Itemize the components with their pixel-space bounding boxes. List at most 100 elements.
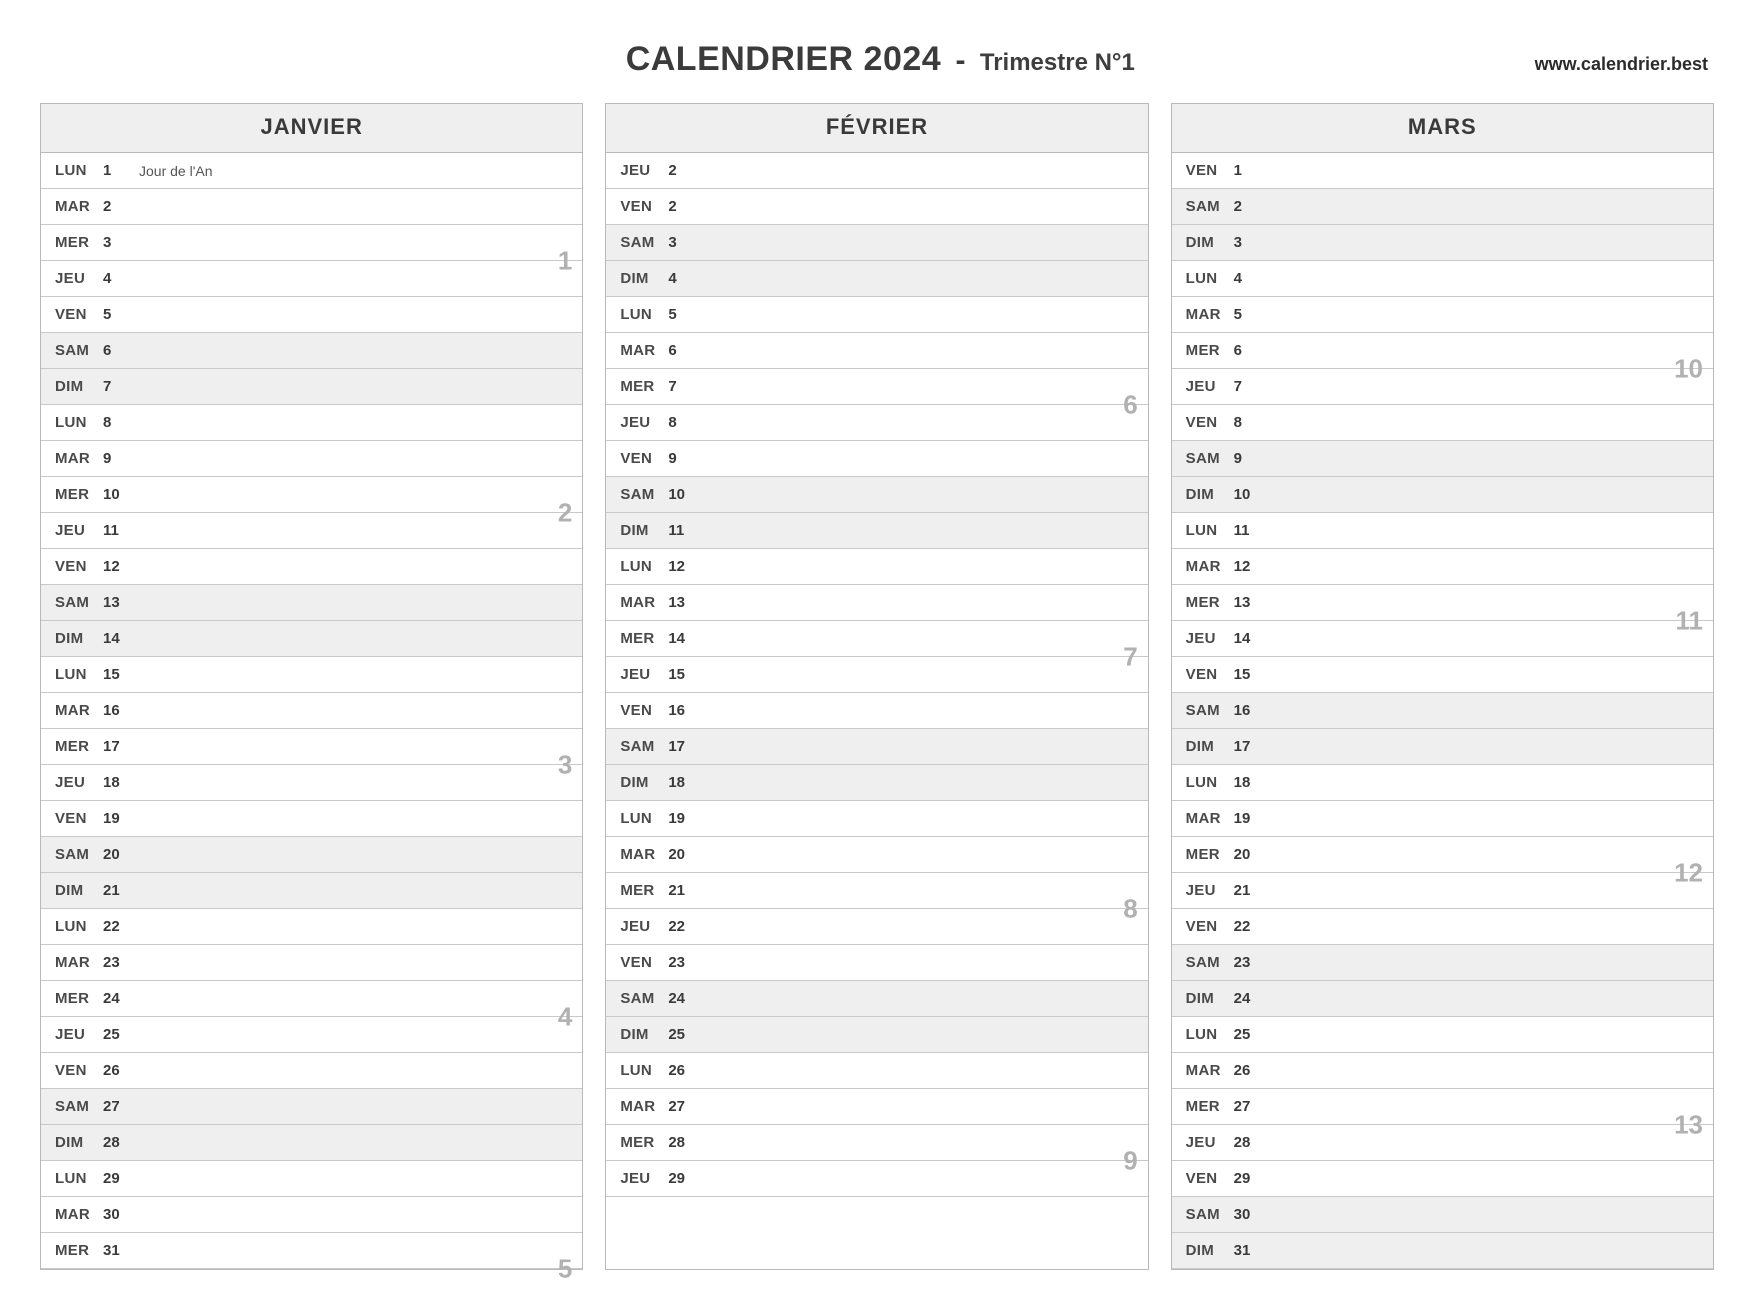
day-of-week: DIM — [620, 774, 668, 791]
day-of-week: SAM — [620, 990, 668, 1007]
day-of-week: DIM — [55, 882, 103, 899]
day-of-week: VEN — [55, 306, 103, 323]
day-number: 14 — [1234, 630, 1270, 647]
day-number: 12 — [1234, 558, 1270, 575]
day-of-week: DIM — [55, 630, 103, 647]
title-main: CALENDRIER 2024 — [626, 40, 941, 78]
day-of-week: MER — [620, 882, 668, 899]
day-of-week: DIM — [1186, 738, 1234, 755]
day-number: 23 — [103, 954, 139, 971]
day-number: 26 — [668, 1062, 704, 1079]
day-row: MAR16 — [41, 693, 582, 729]
day-row: DIM18 — [606, 765, 1147, 801]
day-of-week: SAM — [55, 594, 103, 611]
day-number: 9 — [668, 450, 704, 467]
day-row: LUN25 — [1172, 1017, 1713, 1053]
day-number: 4 — [1234, 270, 1270, 287]
day-of-week: JEU — [55, 270, 103, 287]
day-of-week: VEN — [620, 198, 668, 215]
day-of-week: MAR — [1186, 810, 1234, 827]
day-number: 2 — [1234, 198, 1270, 215]
day-of-week: MER — [55, 1242, 103, 1259]
day-row: MAR9 — [41, 441, 582, 477]
day-of-week: MER — [55, 738, 103, 755]
day-row: LUN19 — [606, 801, 1147, 837]
day-row: MER31 — [41, 1233, 582, 1269]
day-row: DIM4 — [606, 261, 1147, 297]
day-row: VEN12 — [41, 549, 582, 585]
day-of-week: SAM — [620, 738, 668, 755]
day-number: 24 — [103, 990, 139, 1007]
day-number: 4 — [668, 270, 704, 287]
day-row: LUN22 — [41, 909, 582, 945]
day-number: 17 — [103, 738, 139, 755]
day-of-week: MAR — [55, 198, 103, 215]
day-of-week: VEN — [55, 1062, 103, 1079]
day-number: 12 — [103, 558, 139, 575]
day-of-week: LUN — [1186, 774, 1234, 791]
day-number: 31 — [1234, 1242, 1270, 1259]
day-of-week: JEU — [620, 162, 668, 179]
day-row: JEU7 — [1172, 369, 1713, 405]
day-row: SAM2 — [1172, 189, 1713, 225]
day-of-week: DIM — [55, 378, 103, 395]
day-row: MER20 — [1172, 837, 1713, 873]
day-number: 20 — [668, 846, 704, 863]
day-row: JEU14 — [1172, 621, 1713, 657]
day-number: 1 — [1234, 162, 1270, 179]
day-number: 3 — [1234, 234, 1270, 251]
day-row: JEU21 — [1172, 873, 1713, 909]
day-number: 4 — [103, 270, 139, 287]
header: CALENDRIER 2024 - Trimestre N°1 www.cale… — [40, 40, 1714, 79]
day-row: MER17 — [41, 729, 582, 765]
day-of-week: LUN — [55, 918, 103, 935]
day-row: VEN26 — [41, 1053, 582, 1089]
day-number: 25 — [103, 1026, 139, 1043]
day-of-week: MAR — [1186, 306, 1234, 323]
day-number: 19 — [1234, 810, 1270, 827]
day-of-week: MER — [1186, 1098, 1234, 1115]
day-row: MER3 — [41, 225, 582, 261]
day-number: 1 — [103, 162, 139, 179]
day-of-week: DIM — [1186, 1242, 1234, 1259]
day-of-week: MER — [1186, 342, 1234, 359]
day-number: 16 — [103, 702, 139, 719]
month-column: JANVIERLUN1Jour de l'AnMAR2MER3JEU4VEN5S… — [40, 103, 583, 1270]
day-row: MER27 — [1172, 1089, 1713, 1125]
day-row: MAR27 — [606, 1089, 1147, 1125]
day-of-week: MER — [1186, 594, 1234, 611]
day-of-week: MAR — [620, 342, 668, 359]
day-of-week: VEN — [1186, 162, 1234, 179]
day-note: Jour de l'An — [139, 163, 213, 179]
day-row: MER21 — [606, 873, 1147, 909]
day-number: 15 — [1234, 666, 1270, 683]
day-of-week: JEU — [55, 774, 103, 791]
day-of-week: VEN — [55, 558, 103, 575]
month-header: JANVIER — [41, 104, 582, 153]
day-row: LUN5 — [606, 297, 1147, 333]
day-row: LUN18 — [1172, 765, 1713, 801]
day-of-week: JEU — [1186, 882, 1234, 899]
day-number: 17 — [668, 738, 704, 755]
day-row: MAR2 — [41, 189, 582, 225]
day-number: 28 — [668, 1134, 704, 1151]
months-container: JANVIERLUN1Jour de l'AnMAR2MER3JEU4VEN5S… — [40, 103, 1714, 1270]
day-number: 9 — [1234, 450, 1270, 467]
day-of-week: VEN — [1186, 1170, 1234, 1187]
day-number: 22 — [1234, 918, 1270, 935]
day-number: 29 — [1234, 1170, 1270, 1187]
day-of-week: SAM — [55, 846, 103, 863]
day-number: 8 — [103, 414, 139, 431]
day-row: JEU29 — [606, 1161, 1147, 1197]
month-header: FÉVRIER — [606, 104, 1147, 153]
day-number: 23 — [1234, 954, 1270, 971]
day-row: DIM24 — [1172, 981, 1713, 1017]
day-row: VEN16 — [606, 693, 1147, 729]
day-of-week: MAR — [55, 954, 103, 971]
day-number: 5 — [103, 306, 139, 323]
day-number: 6 — [1234, 342, 1270, 359]
day-number: 11 — [103, 522, 139, 539]
day-row: VEN9 — [606, 441, 1147, 477]
day-of-week: SAM — [1186, 1206, 1234, 1223]
day-row: VEN19 — [41, 801, 582, 837]
